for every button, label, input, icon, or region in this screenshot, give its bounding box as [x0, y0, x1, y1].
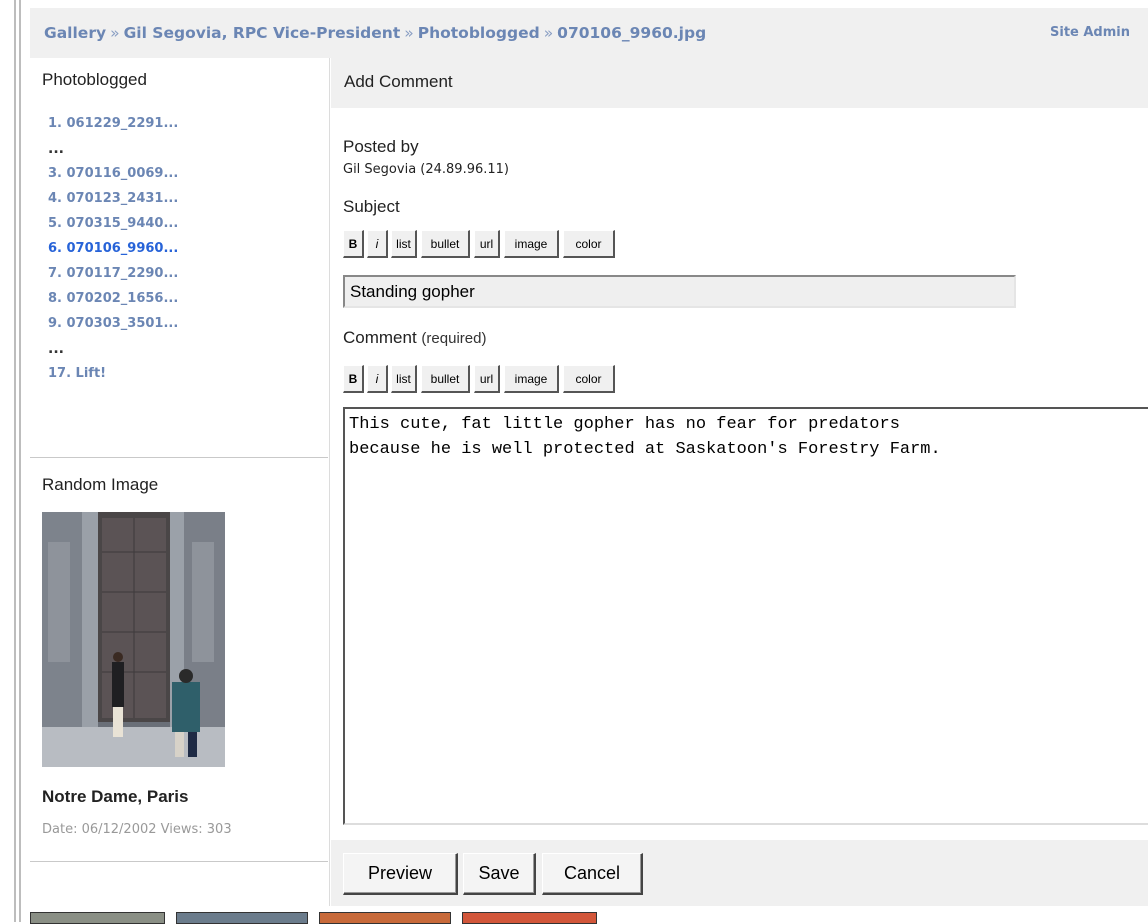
breadcrumb-gallery[interactable]: Gallery — [44, 24, 106, 42]
column-separator — [329, 58, 330, 906]
left-border — [14, 0, 16, 922]
comment-label-text: Comment — [343, 328, 417, 347]
photo-list-item-current: 6. 070106_9960... — [48, 241, 179, 256]
photo-list-item[interactable]: 3. 070116_0069... — [48, 164, 328, 189]
comment-required-note: (required) — [421, 330, 487, 347]
breadcrumb-separator: » — [543, 24, 554, 42]
left-border-inner — [19, 0, 21, 922]
comment-italic-button[interactable]: i — [367, 365, 388, 393]
comment-bullet-button[interactable]: bullet — [421, 365, 470, 393]
subject-color-button[interactable]: color — [563, 230, 615, 258]
sidebar-divider — [30, 861, 328, 862]
subject-input[interactable]: Standing gopher — [343, 275, 1016, 308]
subject-bullet-button[interactable]: bullet — [421, 230, 470, 258]
breadcrumb-album-owner[interactable]: Gil Segovia, RPC Vice-President — [124, 24, 401, 42]
photo-list-item[interactable]: 4. 070123_2431... — [48, 189, 328, 214]
comment-label: Comment (required) — [343, 328, 486, 348]
comment-url-button[interactable]: url — [474, 365, 500, 393]
comment-list-button[interactable]: list — [391, 365, 417, 393]
breadcrumb-photo[interactable]: 070106_9960.jpg — [557, 24, 706, 42]
photo-list: 1. 061229_2291... ... 3. 070116_0069... … — [48, 114, 328, 389]
photo-list-item[interactable]: 7. 070117_2290... — [48, 264, 328, 289]
posted-by-label: Posted by — [343, 137, 419, 156]
photo-list-item[interactable]: 17. Lift! — [48, 364, 328, 389]
breadcrumb-separator: » — [404, 24, 414, 42]
breadcrumb: Gallery» Gil Segovia, RPC Vice-President»… — [30, 8, 1148, 58]
random-image-caption[interactable]: Notre Dame, Paris — [42, 787, 188, 807]
save-button[interactable]: Save — [463, 853, 536, 895]
posted-by-value: Gil Segovia (24.89.96.11) — [343, 162, 509, 177]
comment-bold-button[interactable]: B — [343, 365, 364, 393]
comment-color-button[interactable]: color — [563, 365, 615, 393]
subject-list-button[interactable]: list — [391, 230, 417, 258]
footer-badge[interactable] — [319, 912, 451, 924]
photo-list-item[interactable]: 8. 070202_1656... — [48, 289, 328, 314]
photo-list-item[interactable]: 1. 061229_2291... — [48, 114, 328, 139]
album-title: Photoblogged — [42, 70, 147, 89]
cancel-button[interactable]: Cancel — [542, 853, 643, 895]
validator-badge[interactable] — [30, 912, 165, 924]
footer-badge[interactable] — [462, 912, 597, 924]
photo-list-item[interactable]: 5. 070315_9440... — [48, 214, 328, 239]
form-title: Add Comment — [344, 72, 453, 91]
breadcrumb-album[interactable]: Photoblogged — [418, 24, 540, 42]
subject-bold-button[interactable]: B — [343, 230, 364, 258]
photo-list-item[interactable]: 9. 070303_3501... — [48, 314, 328, 339]
subject-url-button[interactable]: url — [474, 230, 500, 258]
form-header: Add Comment — [331, 58, 1148, 108]
breadcrumb-separator: » — [110, 24, 120, 42]
random-image-photo — [42, 512, 225, 767]
comment-textarea[interactable]: This cute, fat little gopher has no fear… — [343, 407, 1148, 825]
random-image-thumbnail[interactable] — [42, 512, 225, 767]
random-image-title: Random Image — [42, 475, 159, 494]
subject-label: Subject — [343, 197, 400, 216]
footer-badge[interactable] — [176, 912, 308, 924]
photo-list-ellipsis: ... — [48, 341, 64, 357]
preview-button[interactable]: Preview — [343, 853, 458, 895]
photo-list-ellipsis: ... — [48, 141, 64, 157]
site-admin-link[interactable]: Site Admin — [1050, 25, 1130, 40]
comment-image-button[interactable]: image — [504, 365, 559, 393]
sidebar-divider — [30, 457, 328, 458]
subject-image-button[interactable]: image — [504, 230, 559, 258]
subject-italic-button[interactable]: i — [367, 230, 388, 258]
random-image-meta: Date: 06/12/2002 Views: 303 — [42, 822, 232, 837]
